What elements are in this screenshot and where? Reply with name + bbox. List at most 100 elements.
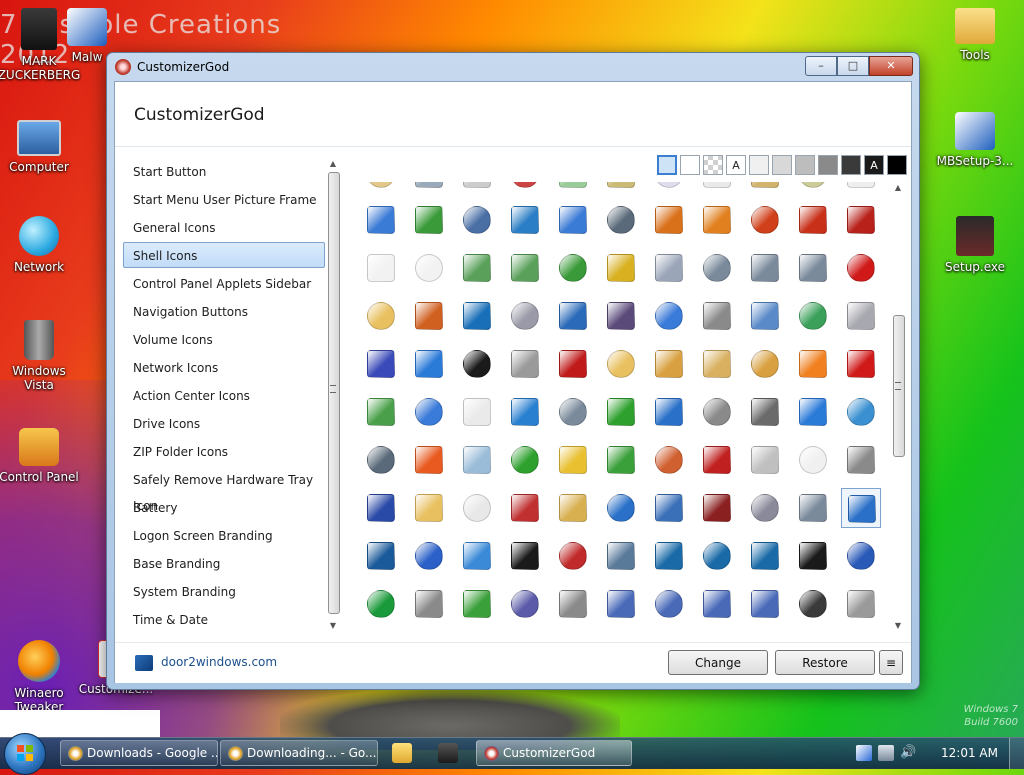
- shell-icon-cell[interactable]: [409, 344, 449, 384]
- shell-icon-cell[interactable]: [793, 200, 833, 240]
- shell-icon-cell[interactable]: [697, 536, 737, 576]
- category-item[interactable]: Logon Screen Branding: [123, 522, 325, 548]
- shell-icon-cell[interactable]: [601, 296, 641, 336]
- shell-icon-cell[interactable]: [745, 344, 785, 384]
- shell-icon-cell[interactable]: [649, 440, 689, 480]
- desktop-icon-mbsetup[interactable]: MBSetup-3...: [932, 112, 1018, 168]
- background-swatch[interactable]: [818, 155, 838, 175]
- category-item[interactable]: Network Icons: [123, 354, 325, 380]
- explorer-folder-icon[interactable]: [392, 743, 412, 763]
- shell-icon-cell[interactable]: [553, 344, 593, 384]
- shell-icon-cell[interactable]: [409, 536, 449, 576]
- shell-icon-cell[interactable]: [649, 344, 689, 384]
- shell-icon-cell[interactable]: [745, 536, 785, 576]
- shell-icon-cell[interactable]: [697, 182, 737, 194]
- shell-icon-cell[interactable]: [361, 584, 401, 624]
- category-item[interactable]: Action Center Icons: [123, 382, 325, 408]
- shell-icon-cell[interactable]: [745, 392, 785, 432]
- shell-icon-cell[interactable]: [841, 584, 881, 624]
- shell-icon-cell[interactable]: [553, 296, 593, 336]
- shell-icon-cell[interactable]: [409, 200, 449, 240]
- shell-icon-cell[interactable]: [793, 344, 833, 384]
- shell-icon-cell[interactable]: [793, 182, 833, 194]
- shell-icon-cell[interactable]: [841, 392, 881, 432]
- shell-icon-cell[interactable]: [361, 296, 401, 336]
- shell-icon-cell[interactable]: [745, 182, 785, 194]
- category-item[interactable]: Drive Icons: [123, 410, 325, 436]
- shell-icon-cell[interactable]: [601, 344, 641, 384]
- minimize-button[interactable]: –: [805, 56, 837, 76]
- category-scroll-thumb[interactable]: [328, 172, 340, 614]
- shell-icon-cell[interactable]: [553, 392, 593, 432]
- shell-icon-cell[interactable]: [457, 248, 497, 288]
- shell-icon-cell[interactable]: [361, 392, 401, 432]
- shell-icon-cell[interactable]: [697, 296, 737, 336]
- scroll-down-arrow-icon[interactable]: ▼: [327, 620, 339, 632]
- shell-icon-cell[interactable]: [697, 488, 737, 528]
- shell-icon-cell[interactable]: [361, 248, 401, 288]
- shell-icon-cell[interactable]: [745, 296, 785, 336]
- menu-button[interactable]: ≡: [879, 650, 903, 675]
- shell-icon-cell[interactable]: [505, 296, 545, 336]
- shell-icon-cell[interactable]: [457, 440, 497, 480]
- background-swatch[interactable]: [841, 155, 861, 175]
- background-swatch[interactable]: [795, 155, 815, 175]
- show-desktop-button[interactable]: [1009, 738, 1024, 769]
- volume-tray-icon[interactable]: 🔊: [900, 745, 916, 761]
- winrar-icon[interactable]: [438, 743, 458, 763]
- background-swatch[interactable]: [703, 155, 723, 175]
- category-item[interactable]: Time & Date: [123, 606, 325, 632]
- shell-icon-cell[interactable]: [649, 392, 689, 432]
- category-item[interactable]: Start Menu User Picture Frame: [123, 186, 325, 212]
- taskbar-item-downloads[interactable]: Downloads - Google ...: [60, 740, 218, 766]
- category-item[interactable]: Start Button: [123, 158, 325, 184]
- shell-icon-cell[interactable]: [649, 248, 689, 288]
- shell-icon-cell[interactable]: [649, 200, 689, 240]
- shell-icon-cell[interactable]: [841, 488, 881, 528]
- shell-icon-cell[interactable]: [361, 344, 401, 384]
- desktop-icon-network[interactable]: Network: [0, 216, 82, 274]
- shell-icon-cell[interactable]: [553, 488, 593, 528]
- shell-icon-cell[interactable]: [601, 584, 641, 624]
- shell-icon-cell[interactable]: [505, 248, 545, 288]
- shell-icon-cell[interactable]: [457, 584, 497, 624]
- shell-icon-cell[interactable]: [745, 200, 785, 240]
- shell-icon-cell[interactable]: [745, 584, 785, 624]
- shell-icon-cell[interactable]: [601, 182, 641, 194]
- shell-icon-cell[interactable]: [409, 182, 449, 194]
- icon-grid-scroll-thumb[interactable]: [893, 315, 905, 457]
- background-swatch[interactable]: A: [726, 155, 746, 175]
- shell-icon-cell[interactable]: [505, 488, 545, 528]
- shell-icon-cell[interactable]: [697, 440, 737, 480]
- category-item[interactable]: Control Panel Applets Sidebar: [123, 270, 325, 296]
- shell-icon-cell[interactable]: [697, 344, 737, 384]
- background-swatch[interactable]: [680, 155, 700, 175]
- desktop-icon-tools[interactable]: Tools: [932, 8, 1018, 62]
- shell-icon-cell[interactable]: [841, 296, 881, 336]
- shell-icon-cell[interactable]: [649, 536, 689, 576]
- desktop-icon-malw[interactable]: Malw: [62, 8, 112, 64]
- shell-icon-cell[interactable]: [409, 488, 449, 528]
- shell-icon-cell[interactable]: [697, 248, 737, 288]
- taskbar-item-downloading[interactable]: Downloading... - Go...: [220, 740, 378, 766]
- shell-icon-cell[interactable]: [697, 200, 737, 240]
- background-swatch[interactable]: [887, 155, 907, 175]
- shell-icon-cell[interactable]: [409, 440, 449, 480]
- shell-icon-cell[interactable]: [601, 488, 641, 528]
- background-swatch[interactable]: A: [864, 155, 884, 175]
- category-item[interactable]: Base Branding: [123, 550, 325, 576]
- malwarebytes-tray-icon[interactable]: [856, 745, 872, 761]
- shell-icon-cell[interactable]: [409, 584, 449, 624]
- shell-icon-cell[interactable]: [793, 584, 833, 624]
- shell-icon-cell[interactable]: [457, 488, 497, 528]
- shell-icon-cell[interactable]: [361, 488, 401, 528]
- shell-icon-cell[interactable]: [457, 296, 497, 336]
- maximize-button[interactable]: □: [837, 56, 869, 76]
- scroll-up-arrow-icon[interactable]: ▲: [327, 158, 339, 170]
- desktop-icon-computer[interactable]: Computer: [0, 112, 82, 174]
- scroll-down-arrow-icon[interactable]: ▼: [892, 620, 904, 632]
- shell-icon-cell[interactable]: [793, 440, 833, 480]
- shell-icon-cell[interactable]: [601, 200, 641, 240]
- shell-icon-cell[interactable]: [505, 392, 545, 432]
- shell-icon-cell[interactable]: [553, 440, 593, 480]
